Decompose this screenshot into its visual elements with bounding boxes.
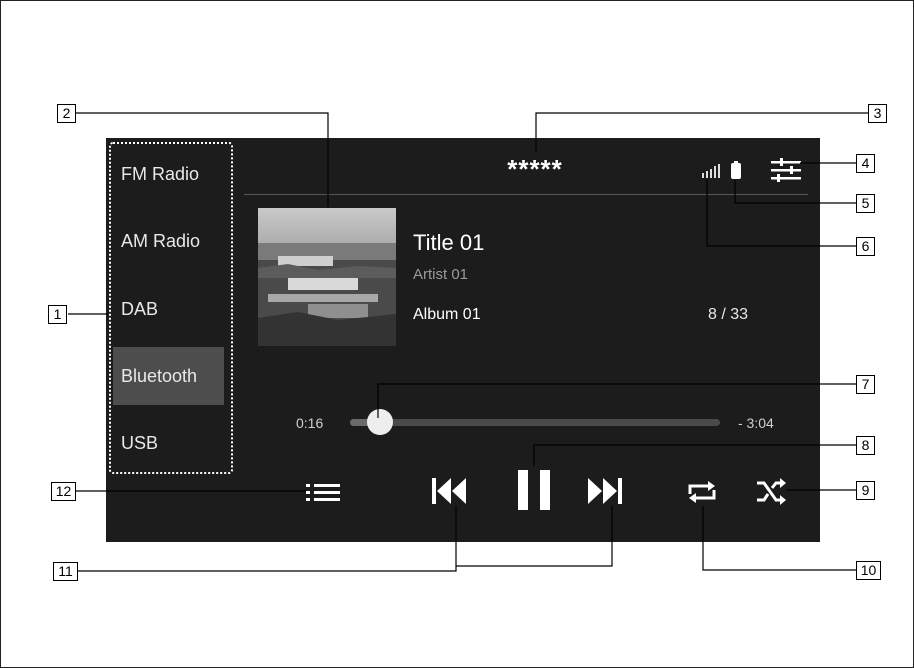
callout-7: 7 xyxy=(856,375,875,394)
callout-5: 5 xyxy=(856,194,875,213)
callout-10: 10 xyxy=(856,561,881,580)
callout-1: 1 xyxy=(48,305,67,324)
callout-leader-lines xyxy=(68,112,868,572)
callout-3: 3 xyxy=(868,104,887,123)
callout-4: 4 xyxy=(856,154,875,173)
callout-6: 6 xyxy=(856,237,875,256)
callout-9: 9 xyxy=(856,481,875,500)
callout-8: 8 xyxy=(856,436,875,455)
callout-12: 12 xyxy=(51,482,76,501)
callout-2: 2 xyxy=(57,104,76,123)
callout-11: 11 xyxy=(53,562,78,581)
